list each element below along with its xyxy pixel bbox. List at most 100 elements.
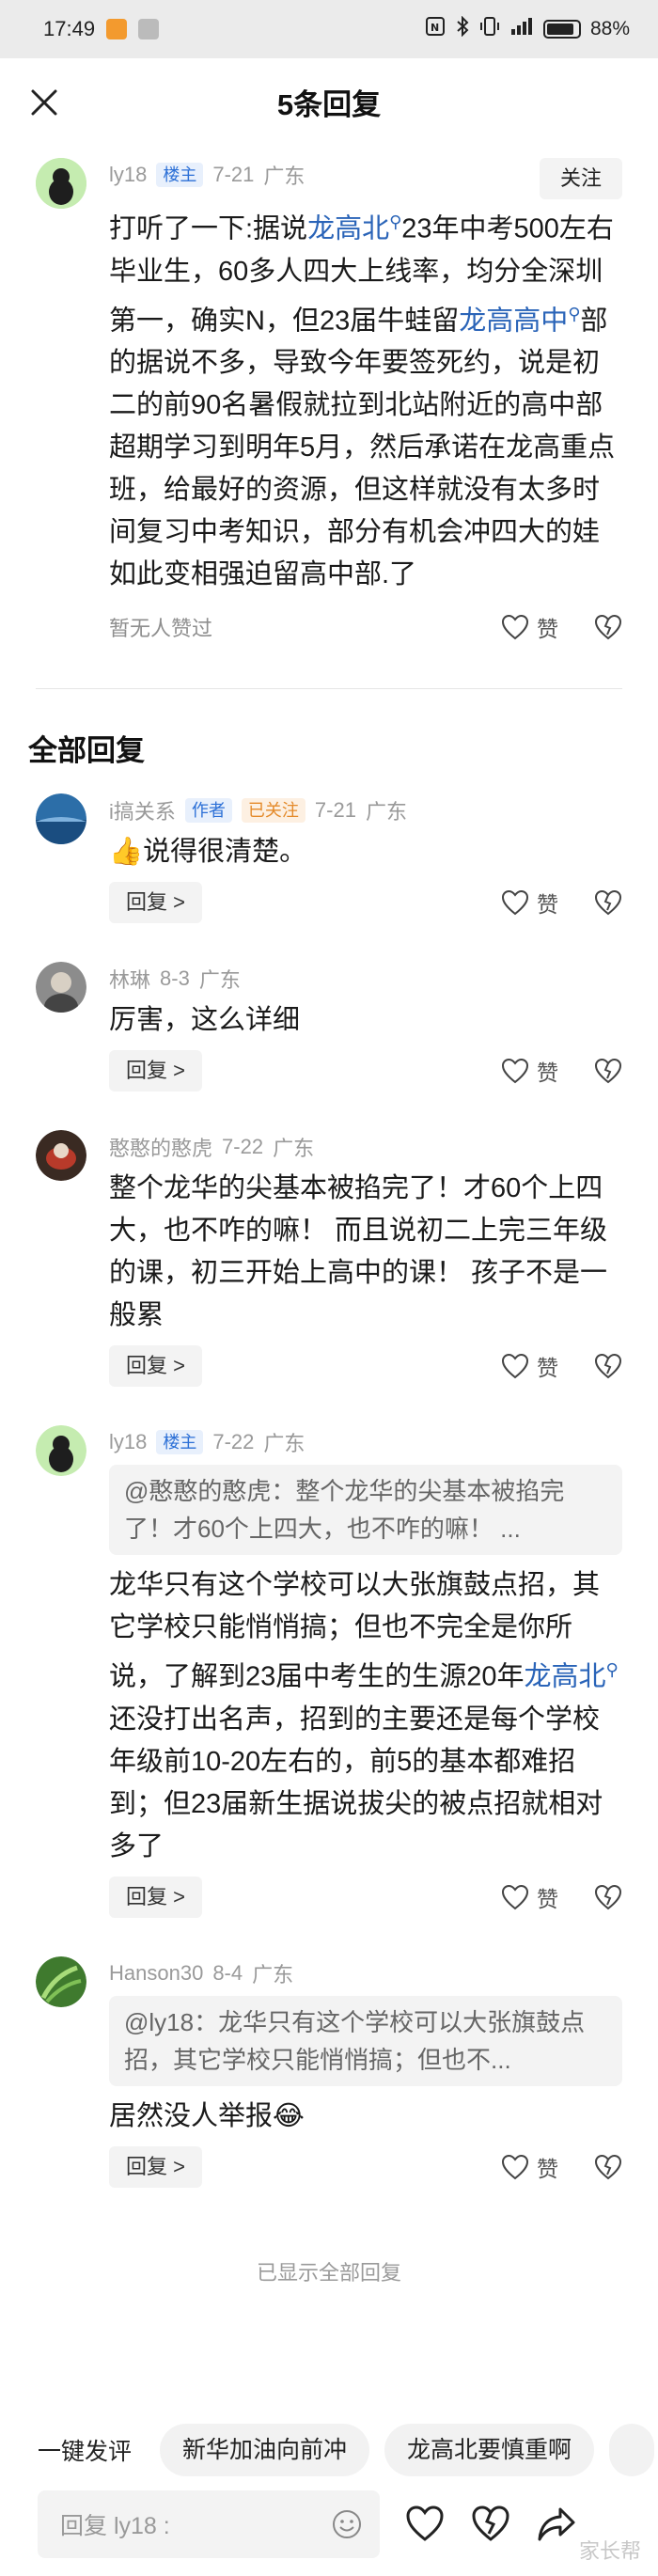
heart-icon — [501, 890, 529, 916]
reply-input-bar: 回复 ly18 : — [0, 2482, 658, 2567]
school-link[interactable]: 龙高北 — [307, 214, 389, 244]
heart-icon — [501, 1354, 529, 1379]
like-button[interactable]: 赞 — [501, 1055, 558, 1087]
quoted-comment[interactable]: @憨憨的憨虎：整个龙华的尖基本被掐完了！才60个上四大，也不咋的嘛！ ... — [109, 1465, 622, 1556]
comment-date: 7-22 — [212, 1430, 255, 1454]
reply-input-placeholder: 回复 ly18 : — [60, 2513, 170, 2539]
like-label: 赞 — [537, 617, 558, 642]
school-link[interactable]: 龙高高中 — [459, 306, 568, 336]
thumbs-up-icon: 👍 — [109, 837, 144, 868]
search-icon: ⚲ — [389, 212, 402, 231]
comment-location: 广东 — [252, 1962, 294, 1987]
comment-date: 8-3 — [160, 966, 190, 991]
username[interactable]: Hanson30 — [109, 1961, 203, 1986]
quick-comment-chip-partial[interactable] — [609, 2424, 655, 2476]
reply-button[interactable]: 回复 > — [109, 882, 202, 924]
search-icon: ⚲ — [568, 304, 581, 323]
heart-icon — [501, 2154, 529, 2180]
like-button[interactable]: 赞 — [501, 2151, 558, 2183]
like-label: 赞 — [537, 1060, 558, 1086]
username[interactable]: ly18 — [109, 1430, 147, 1454]
close-icon[interactable] — [28, 86, 60, 118]
avatar[interactable] — [36, 158, 86, 209]
reply-item: 林琳 8-3 广东 厉害，这么详细 回复 > 赞 — [0, 962, 658, 1094]
comment-date: 7-21 — [212, 163, 255, 186]
battery-level: 88% — [589, 18, 630, 39]
comment-actions: 回复 > 赞 — [109, 1343, 622, 1390]
like-button[interactable]: 赞 — [501, 1350, 558, 1382]
comment-date: 7-21 — [314, 798, 356, 823]
notification-heart-icon — [106, 19, 128, 39]
like-heart-icon[interactable] — [404, 2504, 446, 2545]
status-bar: 17:49 N 88% — [0, 0, 658, 58]
emoji-icon[interactable] — [331, 2508, 363, 2540]
avatar[interactable] — [36, 793, 86, 845]
text-segment: 还没打出名声，招到的主要还是每个学校年级前10-20左右的，前5的基本都难招到；… — [109, 1704, 603, 1861]
reply-item: Hanson30 8-4 广东 @ly18：龙华只有这个学校可以大张旗鼓点招，其… — [0, 1956, 658, 2191]
dislike-icon[interactable] — [594, 1353, 622, 1379]
comment-actions: 回复 > 赞 — [109, 2144, 622, 2191]
all-replies-shown-note: 已显示全部回复 — [256, 2260, 401, 2285]
page-title: 5条回复 — [276, 87, 382, 121]
like-button[interactable]: 赞 — [501, 887, 558, 919]
comment-location: 广东 — [263, 1432, 306, 1456]
comment-text: 👍说得很清楚。 — [109, 831, 622, 873]
follow-button[interactable]: 关注 — [539, 158, 622, 199]
svg-text:N: N — [431, 22, 439, 34]
reply-button[interactable]: 回复 > — [109, 1876, 202, 1918]
reply-item: 憨憨的憨虎 7-22 广东 整个龙华的尖基本被掐完了！才60个上四大，也不咋的嘛… — [0, 1130, 658, 1390]
comment-date: 7-22 — [222, 1135, 264, 1159]
op-badge: 楼主 — [156, 163, 204, 187]
dislike-icon[interactable] — [594, 889, 622, 916]
quick-comment-chip[interactable]: 龙高北要慎重啊 — [384, 2424, 595, 2476]
avatar[interactable] — [36, 1956, 86, 2007]
avatar[interactable] — [36, 1130, 86, 1182]
avatar[interactable] — [36, 1425, 86, 1477]
username[interactable]: 憨憨的憨虎 — [109, 1132, 212, 1162]
section-title: 全部回复 — [28, 734, 145, 768]
reply-button[interactable]: 回复 > — [109, 1050, 202, 1092]
reply-button[interactable]: 回复 > — [109, 1345, 202, 1388]
reply-input[interactable]: 回复 ly18 : — [38, 2490, 380, 2558]
text-segment: 说得很清楚。 — [143, 837, 307, 868]
text-segment: 居然没人举报 — [109, 2100, 274, 2131]
quoted-comment[interactable]: @ly18：龙华只有这个学校可以大张旗鼓点招，其它学校只能悄悄搞；但也不... — [109, 1995, 622, 2086]
comment-text: 整个龙华的尖基本被掐完了！才60个上四大，也不咋的嘛！ 而且说初二上完三年级的课… — [109, 1173, 608, 1331]
vibrate-icon — [479, 16, 500, 42]
sheet-header: 5条回复 — [0, 58, 658, 145]
dislike-icon[interactable] — [594, 1058, 622, 1084]
school-link[interactable]: 龙高北 — [525, 1662, 606, 1692]
main-comment: 关注 ly18 楼主 7-21 广东 打听了一下:据说龙高北⚲23年中考500左… — [0, 158, 658, 651]
username[interactable]: ly18 — [109, 163, 147, 187]
notification-app-icon — [138, 19, 160, 39]
watermark: 家长帮 — [578, 2539, 641, 2563]
dislike-icon[interactable] — [594, 1884, 622, 1910]
author-badge: 作者 — [184, 798, 232, 824]
like-button[interactable]: 赞 — [501, 1881, 558, 1913]
broken-heart-icon[interactable] — [470, 2504, 511, 2545]
like-button[interactable]: 赞 — [501, 611, 558, 643]
reply-button[interactable]: 回复 > — [109, 2145, 202, 2188]
heart-icon — [501, 1884, 529, 1910]
avatar[interactable] — [36, 962, 86, 1013]
like-label: 赞 — [537, 1356, 558, 1381]
battery-icon — [542, 20, 581, 39]
comment-actions: 暂无人赞过 赞 — [109, 604, 622, 651]
no-likes-note: 暂无人赞过 — [109, 617, 213, 641]
quick-comment-chip[interactable]: 新华加油向前冲 — [160, 2424, 370, 2476]
username[interactable]: i搞关系 — [109, 795, 176, 825]
comment-meta: i搞关系 作者 已关注 7-21 广东 — [109, 793, 622, 827]
dislike-icon[interactable] — [594, 2154, 622, 2180]
comment-actions: 回复 > 赞 — [109, 1874, 622, 1921]
status-time: 17:49 — [43, 17, 96, 40]
share-icon[interactable] — [536, 2504, 577, 2545]
username[interactable]: 林琳 — [109, 964, 150, 994]
comment-location: 广东 — [365, 800, 407, 825]
dislike-icon[interactable] — [594, 614, 622, 640]
quick-comment-label: 一键发评 — [38, 2439, 133, 2465]
bluetooth-icon — [455, 15, 470, 42]
like-label: 赞 — [537, 2156, 558, 2181]
comment-text: 龙华只有这个学校可以大张旗鼓点招，其它学校只能悄悄搞；但也不完全是你所说，了解到… — [109, 1564, 622, 1868]
op-badge: 楼主 — [156, 1430, 204, 1455]
comment-actions: 回复 > 赞 — [109, 879, 622, 926]
